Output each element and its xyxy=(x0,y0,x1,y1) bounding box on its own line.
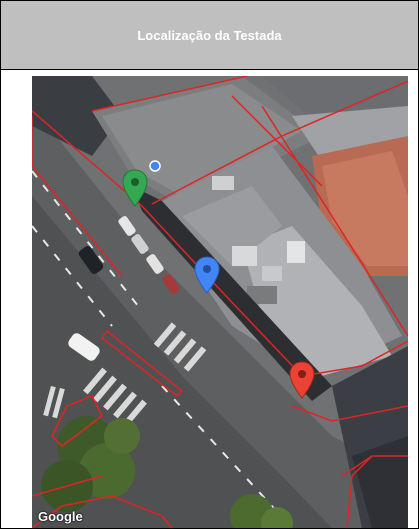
red-location-marker-icon[interactable] xyxy=(289,361,315,399)
panel-title: Localização da Testada xyxy=(137,27,282,43)
panel-frame: Localização da Testada Google xyxy=(0,0,419,529)
blue-location-marker-icon[interactable] xyxy=(194,256,220,294)
panel-header: Localização da Testada xyxy=(1,1,418,70)
satellite-map[interactable]: Google xyxy=(32,76,408,528)
map-canvas xyxy=(32,76,408,528)
map-attribution: Google xyxy=(38,509,83,524)
current-location-dot-icon xyxy=(149,160,161,172)
green-location-marker-icon[interactable] xyxy=(122,169,148,207)
